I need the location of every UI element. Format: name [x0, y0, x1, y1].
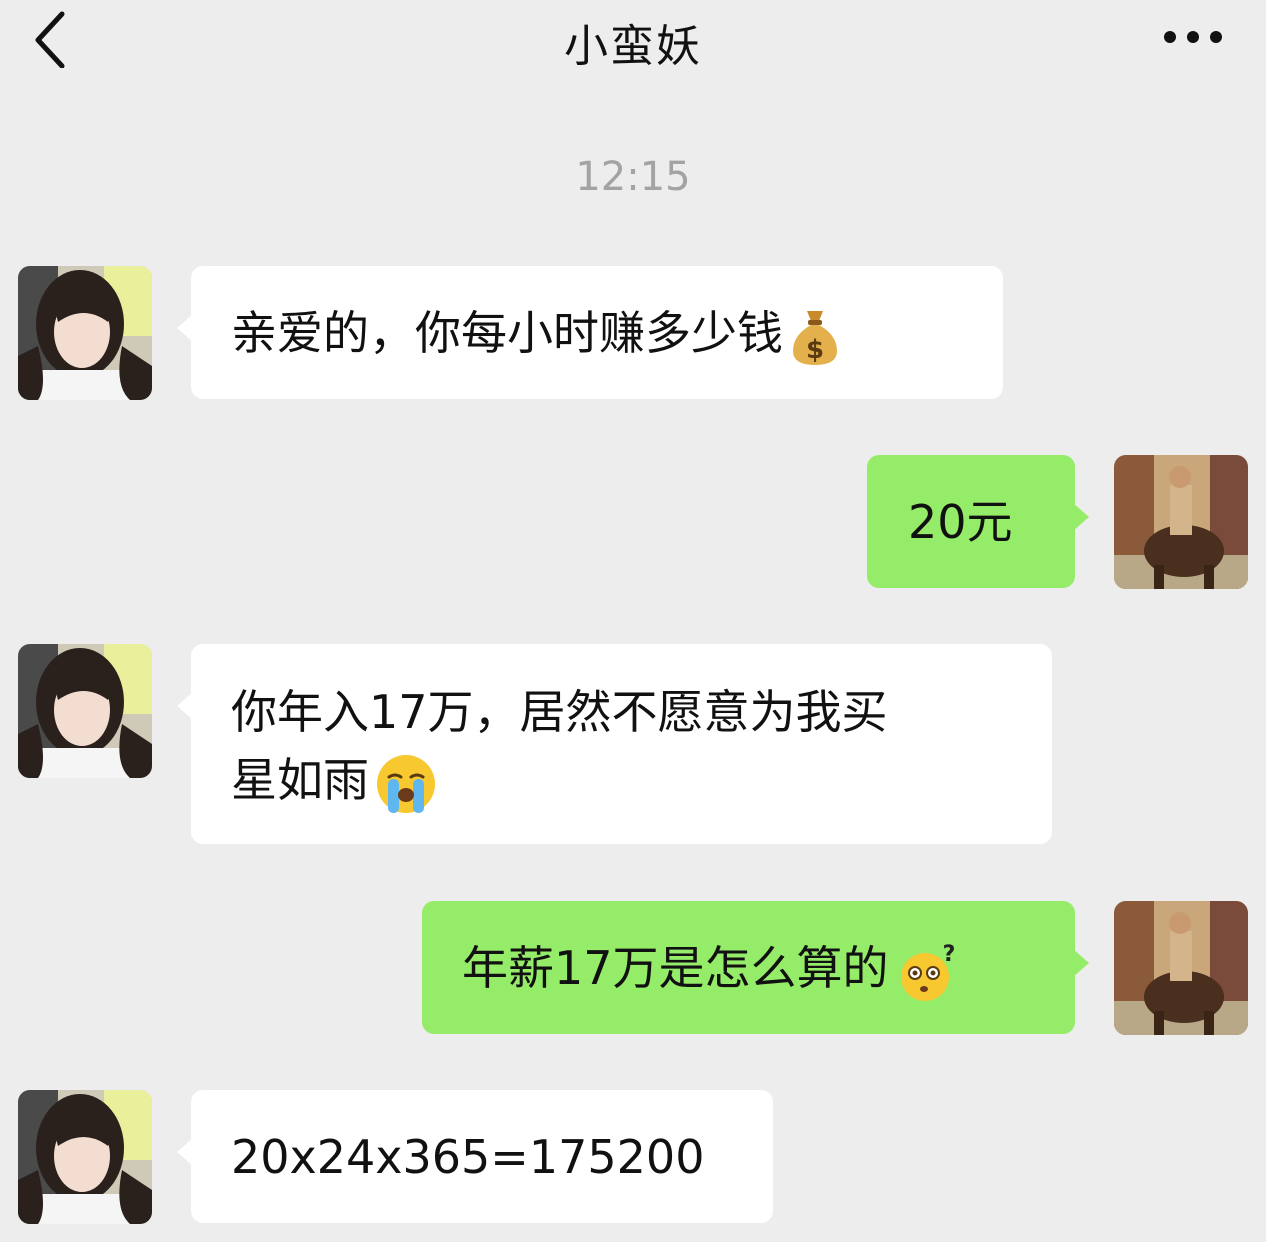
chat-title: 小蛮妖: [564, 21, 702, 72]
message-bubble-outgoing[interactable]: 年薪17万是怎么算的 ?: [422, 901, 1089, 1034]
message-bubble-incoming[interactable]: 亲爱的，你每小时赚多少钱 $: [177, 266, 1003, 399]
message-timestamp: 12:15: [575, 154, 691, 200]
svg-text:?: ?: [942, 942, 955, 967]
message-bubble-outgoing[interactable]: 20元: [867, 455, 1089, 588]
message-text-line-1: 你年入17万，居然不愿意为我买: [231, 685, 888, 739]
svg-text:$: $: [806, 335, 824, 365]
confused-face-icon: ?: [895, 941, 961, 1003]
contact-avatar[interactable]: [18, 644, 152, 778]
message-text: 年薪17万是怎么算的: [462, 941, 889, 995]
my-avatar[interactable]: [1114, 455, 1248, 589]
more-button[interactable]: [1160, 22, 1230, 52]
message-text: 亲爱的，你每小时赚多少钱: [231, 306, 783, 360]
more-dots-icon: [1164, 31, 1222, 43]
contact-avatar[interactable]: [18, 1090, 152, 1224]
my-avatar[interactable]: [1114, 901, 1248, 1035]
crying-face-icon: [375, 753, 437, 815]
chat-header: 小蛮妖: [0, 0, 1266, 80]
message-text: 20x24x365=175200: [231, 1130, 705, 1184]
message-text-line-2: 星如雨: [231, 753, 369, 807]
money-bag-icon: $: [789, 307, 841, 367]
message-bubble-incoming[interactable]: 20x24x365=175200: [177, 1090, 773, 1223]
message-text: 20元: [908, 495, 1013, 549]
contact-avatar[interactable]: [18, 266, 152, 400]
message-bubble-incoming[interactable]: 你年入17万，居然不愿意为我买 星如雨: [177, 644, 1052, 844]
